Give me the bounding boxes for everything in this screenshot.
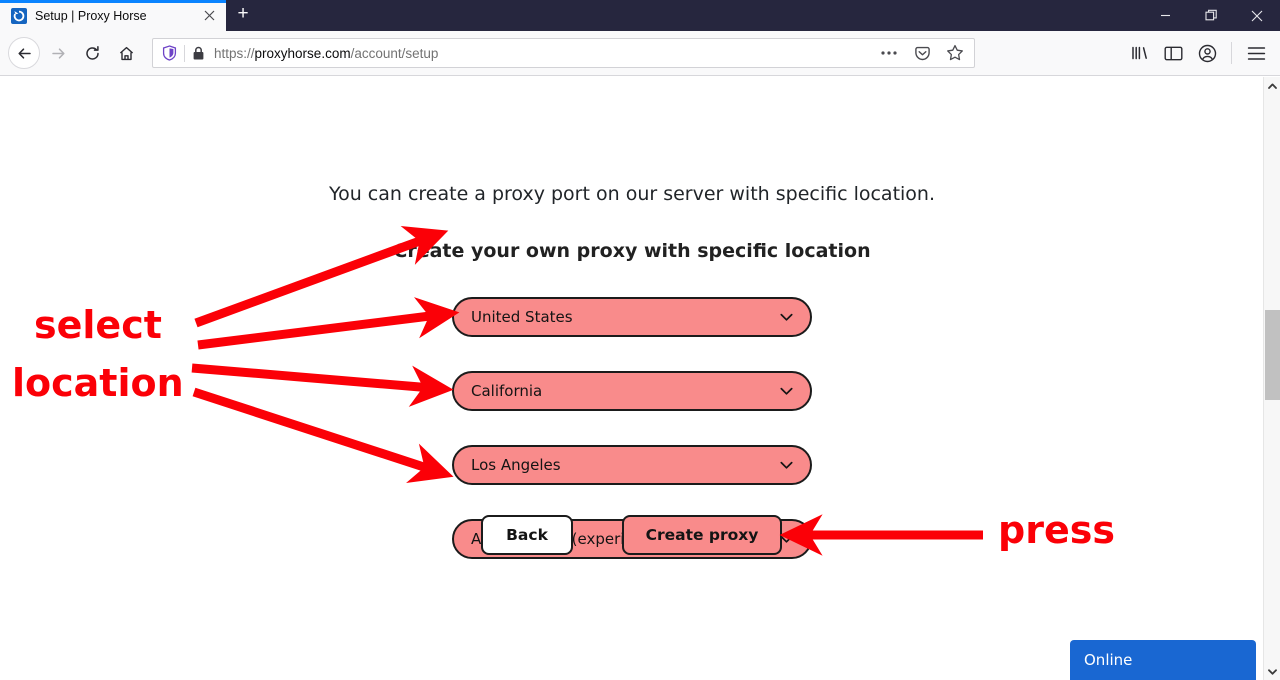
new-tab-button[interactable]: + (226, 0, 260, 31)
toolbar-divider (1231, 42, 1232, 64)
page-lead-text: You can create a proxy port on our serve… (328, 183, 935, 205)
back-button[interactable]: Back (481, 515, 573, 555)
chevron-down-icon (780, 387, 794, 396)
country-select[interactable]: United States (452, 297, 812, 337)
forward-arrow-icon (42, 37, 74, 69)
city-select-value: Los Angeles (471, 456, 561, 474)
back-arrow-icon[interactable] (8, 37, 40, 69)
navigation-toolbar: https://proxyhorse.com/account/setup (0, 31, 1280, 76)
chat-status-label: Online (1084, 651, 1133, 669)
close-icon[interactable] (1234, 0, 1280, 31)
minimize-icon[interactable] (1142, 0, 1188, 31)
sidebar-icon[interactable] (1157, 37, 1189, 69)
region-select[interactable]: California (452, 371, 812, 411)
scroll-up-arrow-icon[interactable] (1264, 77, 1280, 94)
browser-window: Setup | Proxy Horse + https://proxyhorse… (0, 0, 1280, 680)
url-text[interactable]: https://proxyhorse.com/account/setup (212, 46, 869, 61)
hamburger-menu-icon[interactable] (1240, 37, 1272, 69)
region-select-value: California (471, 382, 543, 400)
chevron-down-icon (780, 535, 794, 544)
region-select-wrapper: California (452, 371, 812, 411)
country-select-wrapper: United States (452, 297, 812, 337)
create-proxy-button[interactable]: Create proxy (622, 515, 782, 555)
toolbar-right-group (1123, 37, 1272, 69)
page-viewport: You can create a proxy port on our serve… (0, 77, 1280, 680)
web-page-content: You can create a proxy port on our serve… (0, 77, 1264, 680)
scrollbar-thumb[interactable] (1265, 310, 1280, 400)
close-icon[interactable] (200, 7, 218, 25)
url-scheme: https:// (214, 45, 255, 61)
window-controls (1142, 0, 1280, 31)
tab-title: Setup | Proxy Horse (35, 8, 147, 23)
tab-strip: Setup | Proxy Horse + (0, 0, 260, 31)
url-bar[interactable]: https://proxyhorse.com/account/setup (152, 38, 975, 68)
browser-tab[interactable]: Setup | Proxy Horse (0, 0, 226, 31)
page-scrollbar[interactable] (1263, 77, 1280, 680)
padlock-icon[interactable] (192, 46, 205, 61)
chevron-down-icon (780, 313, 794, 322)
country-select-value: United States (471, 308, 573, 326)
chevron-down-icon (780, 461, 794, 470)
account-circle-icon[interactable] (1191, 37, 1223, 69)
chat-widget[interactable]: Online (1070, 640, 1256, 680)
refresh-circle-icon (11, 7, 27, 24)
url-path: /account/setup (350, 45, 439, 61)
scroll-down-arrow-icon[interactable] (1264, 663, 1280, 680)
url-divider (184, 44, 185, 62)
library-icon[interactable] (1123, 37, 1155, 69)
page-title: Create your own proxy with specific loca… (393, 240, 871, 262)
city-select-wrapper: Los Angeles (452, 445, 812, 485)
home-icon[interactable] (110, 37, 142, 69)
city-select[interactable]: Los Angeles (452, 445, 812, 485)
url-domain: proxyhorse.com (254, 45, 351, 61)
star-icon[interactable] (942, 40, 968, 66)
title-bar: Setup | Proxy Horse + (0, 0, 1280, 31)
tracking-protection-shield-icon[interactable] (162, 45, 177, 61)
maximize-icon[interactable] (1188, 0, 1234, 31)
pocket-icon[interactable] (909, 40, 935, 66)
reload-icon[interactable] (76, 37, 108, 69)
ellipsis-icon[interactable] (876, 40, 902, 66)
